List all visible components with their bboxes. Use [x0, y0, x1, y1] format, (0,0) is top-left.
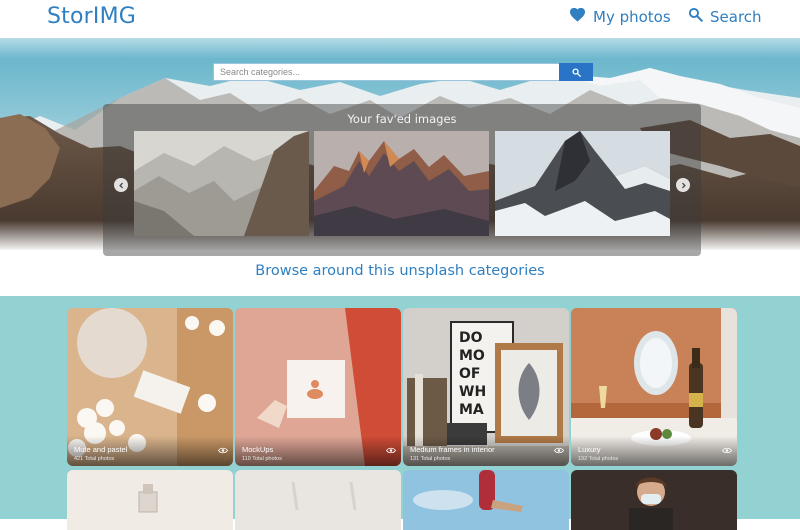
category-image	[235, 470, 401, 530]
top-navbar: StorIMG My photos Search	[0, 0, 800, 38]
category-card[interactable]: Mute and pastel 421 Total photos	[67, 308, 233, 466]
category-name: Mute and pastel	[74, 445, 128, 454]
eye-icon[interactable]	[722, 447, 732, 454]
search-icon	[688, 7, 703, 26]
category-image	[67, 470, 233, 530]
category-image	[571, 470, 737, 530]
category-card[interactable]	[235, 470, 401, 530]
category-name: Medium frames in interior	[410, 445, 495, 454]
category-total-photos: 421 Total photos	[74, 456, 115, 462]
categories-section: Mute and pastel 421 Total photos MockUps…	[0, 296, 800, 530]
eye-icon[interactable]	[554, 447, 564, 454]
svg-text:WH: WH	[459, 384, 486, 400]
category-search-bar	[213, 63, 593, 81]
category-card[interactable]: Luxury 192 Total photos	[571, 308, 737, 466]
category-name: MockUps	[242, 445, 274, 454]
svg-text:MA: MA	[459, 402, 484, 418]
category-card[interactable]	[571, 470, 737, 530]
nav-search[interactable]: Search	[688, 7, 762, 26]
category-image	[403, 470, 569, 530]
category-card[interactable]: MockUps 110 Total photos	[235, 308, 401, 466]
app-logo[interactable]: StorIMG	[47, 4, 136, 29]
carousel-prev-button[interactable]	[114, 178, 128, 192]
category-search-button[interactable]	[559, 63, 593, 81]
favorite-image[interactable]	[314, 131, 489, 236]
svg-text:DO: DO	[459, 330, 483, 346]
category-total-photos: 110 Total photos	[242, 456, 282, 462]
nav-search-label: Search	[710, 7, 762, 26]
favorites-carousel: Your fav'ed images	[103, 104, 701, 256]
browse-categories-heading: Browse around this unsplash categories	[255, 263, 545, 279]
category-total-photos: 131 Total photos	[410, 456, 451, 462]
category-card[interactable]: DO MO OF WH MA Medium frames in interior 13…	[403, 308, 569, 466]
category-name: Luxury	[578, 445, 601, 454]
eye-icon[interactable]	[386, 447, 396, 454]
nav-my-photos-label: My photos	[593, 7, 671, 26]
category-total-photos: 192 Total photos	[578, 456, 619, 462]
heart-icon	[569, 7, 586, 26]
chevron-right-icon	[680, 176, 687, 194]
svg-text:OF: OF	[459, 366, 480, 382]
nav-my-photos[interactable]: My photos	[569, 7, 671, 26]
category-search-input[interactable]	[213, 63, 559, 81]
category-card[interactable]	[403, 470, 569, 530]
carousel-next-button[interactable]	[676, 178, 690, 192]
svg-text:MO: MO	[459, 348, 485, 364]
favorites-title: Your fav'ed images	[347, 112, 457, 126]
chevron-left-icon	[118, 176, 125, 194]
category-card[interactable]	[67, 470, 233, 530]
favorite-image[interactable]	[134, 131, 309, 236]
search-icon	[571, 65, 581, 80]
eye-icon[interactable]	[218, 447, 228, 454]
favorite-image[interactable]	[495, 131, 670, 236]
